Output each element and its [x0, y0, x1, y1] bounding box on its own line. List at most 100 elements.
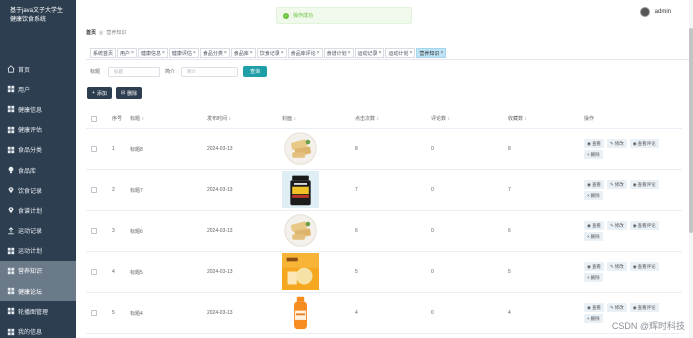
view-button[interactable]: ◉ 查看 [584, 303, 604, 312]
tab-tag[interactable]: 运动计划 × [385, 48, 416, 58]
close-icon[interactable]: × [379, 50, 382, 56]
user-menu[interactable]: admin [639, 7, 671, 17]
col-comments[interactable]: 评论数⇕ [427, 115, 504, 122]
close-icon[interactable]: × [131, 50, 134, 56]
row-title: 标题4 [130, 310, 143, 317]
row-delete-button[interactable]: × 删除 [584, 150, 603, 159]
sidebar-item[interactable]: 运动计划 [0, 241, 76, 261]
search-form: 标题 标题 简介 简介 查询 [90, 66, 268, 77]
edit-button[interactable]: ✎ 修改 [606, 262, 627, 271]
edit-button-label: 修改 [614, 304, 624, 310]
tab-tag-label: 运动计划 [388, 50, 409, 57]
close-icon[interactable]: × [317, 50, 320, 56]
delete-button[interactable]: ⊟ 删除 [115, 87, 143, 99]
tab-tag[interactable]: 食品分类 × [199, 48, 230, 58]
intro-input[interactable]: 简介 [181, 66, 239, 77]
sidebar-item[interactable]: 健康信息 [0, 99, 76, 119]
sidebar-item[interactable]: 轮播图管理 [0, 301, 76, 321]
sidebar-item[interactable]: 首页 [0, 59, 76, 79]
sidebar-item[interactable]: 食品库 [0, 160, 76, 180]
close-icon[interactable]: × [440, 50, 443, 56]
eye-icon: ◉ [632, 222, 637, 228]
row-cover-image [278, 129, 351, 169]
view-button[interactable]: ◉ 查看 [584, 262, 604, 271]
close-icon[interactable]: × [193, 50, 196, 56]
table-row[interactable]: 3 标题6 2024-03-13 6 0 6 ◉ 查看 ✎ 修改 ◉ 查看评论 × 删除 [86, 211, 682, 252]
view-button[interactable]: ◉ 查看 [584, 180, 604, 189]
grid-icon [6, 307, 15, 316]
close-icon[interactable]: × [162, 50, 165, 56]
tab-tag[interactable]: 运动记录 × [354, 48, 385, 58]
sort-icon: ⇕ [141, 116, 145, 121]
view-button[interactable]: ◉ 查看 [584, 221, 604, 230]
edit-button[interactable]: ✎ 修改 [606, 303, 627, 312]
table-row[interactable]: 4 标题5 2024-03-13 5 0 5 ◉ 查看 ✎ 修改 ◉ 查看评论 × 删除 [86, 252, 682, 293]
sidebar-item[interactable]: 运动记录 [0, 221, 76, 241]
row-delete-button-label: 删除 [590, 151, 600, 157]
row-checkbox[interactable] [91, 310, 97, 316]
col-favorites[interactable]: 收藏数⇕ [504, 115, 580, 122]
table-row[interactable]: 1 标题8 2024-03-13 8 0 8 ◉ 查看 ✎ 修改 ◉ 查看评论 × 删除 [86, 129, 682, 170]
edit-button[interactable]: ✎ 修改 [606, 139, 627, 148]
col-date[interactable]: 发布时间⇕ [203, 115, 278, 122]
view-button[interactable]: ◉ 查看 [584, 139, 604, 148]
col-cover[interactable]: 封面⇕ [278, 115, 351, 122]
row-no: 1 [112, 146, 115, 152]
table-row[interactable]: 5 标题4 2024-03-13 4 0 4 ◉ 查看 ✎ 修改 ◉ 查看评论 × 删除 [86, 293, 682, 334]
eye-icon: ◉ [632, 263, 637, 269]
view-comments-button[interactable]: ◉ 查看评论 [629, 139, 659, 148]
sidebar-item[interactable]: 我的信息 [0, 321, 76, 338]
col-clicks[interactable]: 点击次数⇕ [351, 115, 427, 122]
table-row[interactable]: 2 标题7 2024-03-13 7 0 7 ◉ 查看 ✎ 修改 ◉ 查看评论 × 删除 [86, 170, 682, 211]
close-icon[interactable]: × [224, 50, 227, 56]
row-delete-button[interactable]: × 删除 [584, 273, 603, 282]
row-checkbox[interactable] [91, 146, 97, 152]
add-button[interactable]: + 添加 [87, 87, 112, 99]
tab-tag[interactable]: 营养知识 × [416, 48, 447, 58]
row-delete-button[interactable]: × 删除 [584, 314, 603, 323]
close-icon[interactable]: × [409, 50, 412, 56]
row-checkbox[interactable] [91, 228, 97, 234]
row-checkbox[interactable] [91, 187, 97, 193]
close-icon[interactable]: × [348, 50, 351, 56]
tab-tag[interactable]: 系统首页 [90, 48, 117, 58]
select-all-checkbox[interactable] [91, 115, 97, 122]
view-comments-button[interactable]: ◉ 查看评论 [629, 303, 659, 312]
scrollbar-thumb[interactable] [689, 28, 693, 233]
pin-icon [6, 206, 15, 215]
tab-tag[interactable]: 食品库 × [230, 48, 256, 58]
sidebar-item[interactable]: 健康论坛 [0, 281, 76, 302]
main-area: ✓ 操作成功 admin 首页 ◎ 营养知识 系统首页 用户 × 健康信息 × 健康评估 ×… [76, 0, 693, 338]
tab-tag[interactable]: 食谱计划 × [323, 48, 354, 58]
breadcrumb-home[interactable]: 首页 [86, 29, 96, 36]
title-input[interactable]: 标题 [108, 66, 161, 77]
tab-tag[interactable]: 用户 × [117, 48, 137, 58]
tab-tag[interactable]: 健康信息 × [137, 48, 168, 58]
row-delete-button[interactable]: × 删除 [584, 191, 603, 200]
sidebar-item-label: 营养知识 [18, 269, 43, 276]
sidebar-item[interactable]: 饮食记录 [0, 180, 76, 200]
tab-tag[interactable]: 食品库评论 × [287, 48, 323, 58]
close-icon[interactable]: × [281, 50, 284, 56]
view-comments-button[interactable]: ◉ 查看评论 [629, 180, 659, 189]
sidebar-item[interactable]: 营养知识 [0, 260, 76, 282]
sidebar-item[interactable]: 健康评估 [0, 120, 76, 140]
query-button[interactable]: 查询 [243, 66, 268, 77]
sidebar-item-label: 轮播图管理 [18, 309, 49, 316]
edit-button[interactable]: ✎ 修改 [606, 221, 627, 230]
sidebar-item[interactable]: 食谱计划 [0, 200, 76, 220]
sort-icon: ⇕ [376, 116, 380, 121]
sidebar-item[interactable]: 食品分类 [0, 140, 76, 160]
tab-tag[interactable]: 健康评估 × [168, 48, 199, 58]
edit-button[interactable]: ✎ 修改 [606, 180, 627, 189]
row-checkbox[interactable] [91, 269, 97, 275]
row-delete-button[interactable]: × 删除 [584, 232, 603, 241]
view-comments-button-label: 查看评论 [637, 263, 656, 269]
view-comments-button[interactable]: ◉ 查看评论 [629, 221, 659, 230]
sidebar-item[interactable]: 用户 [0, 79, 76, 99]
close-icon[interactable]: × [250, 50, 253, 56]
col-title[interactable]: 标题⇕ [126, 115, 203, 122]
tab-tag[interactable]: 饮食记录 × [256, 48, 287, 58]
scrollbar[interactable] [689, 0, 693, 338]
view-comments-button[interactable]: ◉ 查看评论 [629, 262, 659, 271]
